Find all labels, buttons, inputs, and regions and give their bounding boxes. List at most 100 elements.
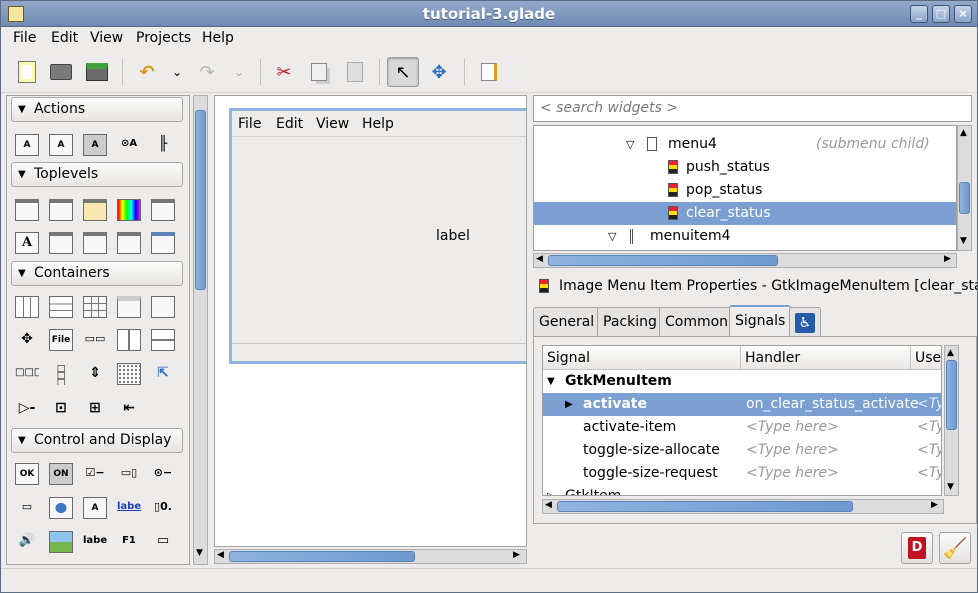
column-user[interactable]: User (911, 346, 941, 370)
signal-user-data[interactable]: <Ty (917, 462, 941, 485)
radio-button-icon[interactable]: ⊙− (151, 463, 175, 485)
design-hscroll-thumb[interactable] (229, 551, 415, 562)
recent-chooser-dialog-icon[interactable] (117, 232, 141, 254)
viewport-icon[interactable]: ⊞ (83, 398, 107, 420)
link-button-icon[interactable]: label (117, 497, 141, 519)
toggle-action-icon[interactable]: A (49, 134, 73, 156)
action-widget-icon[interactable]: A (15, 134, 39, 156)
hpaned-icon[interactable] (117, 329, 141, 351)
alignment-icon[interactable]: ⊡ (49, 398, 73, 420)
scroll-right-icon[interactable]: ▶ (513, 550, 520, 560)
window-widget-icon[interactable] (15, 199, 39, 221)
undo-dropdown-icon[interactable]: ⌄ (161, 57, 193, 87)
expander-right-icon[interactable]: ▷ (547, 485, 555, 495)
scroll-left-icon[interactable]: ◀ (536, 254, 543, 264)
menu-projects[interactable]: Projects (136, 30, 191, 46)
radio-action-icon[interactable]: A (83, 134, 107, 156)
scroll-down-icon[interactable]: ▼ (960, 236, 967, 246)
toolbar-widget-icon[interactable]: ▭▭ (83, 329, 107, 351)
expander-down-icon[interactable]: ▼ (547, 370, 555, 393)
scrolled-window-icon[interactable]: ⇤ (117, 398, 141, 420)
scale-button-icon[interactable]: ▯0. (151, 497, 175, 519)
signals-hscroll-thumb[interactable] (557, 501, 853, 512)
scroll-left-icon[interactable]: ◀ (217, 550, 224, 560)
drag-resize-icon[interactable]: ✥ (423, 57, 455, 87)
signals-table[interactable]: Signal Handler User ▼ GtkMenuItem ▶ acti… (542, 345, 942, 496)
expander-icon[interactable]: ▷- (15, 398, 39, 420)
frame-icon[interactable] (151, 296, 175, 318)
design-menu-edit[interactable]: Edit (276, 116, 303, 132)
save-file-icon[interactable] (81, 57, 113, 87)
recent-action-icon[interactable]: ⊙A (117, 134, 141, 156)
event-box-icon[interactable]: ⇱ (151, 363, 175, 385)
scroll-up-icon[interactable]: ▲ (960, 128, 967, 138)
scroll-up-icon[interactable]: ▲ (947, 348, 954, 358)
menu-view[interactable]: View (90, 30, 123, 46)
button-widget-icon[interactable]: OK (15, 463, 39, 485)
tree-hscroll-thumb[interactable] (548, 255, 778, 266)
menubar-widget-icon[interactable]: File (49, 329, 73, 351)
about-dialog-icon[interactable] (83, 199, 107, 221)
vpaned-icon[interactable] (151, 329, 175, 351)
widget-tree[interactable]: ▽ menu4 (submenu child) push_status pop_… (533, 125, 957, 251)
tree-hscrollbar[interactable]: ◀ ▶ (533, 253, 957, 268)
hbox-icon[interactable] (15, 296, 39, 318)
signal-row[interactable]: activate-item <Type here> <Ty (543, 416, 941, 439)
design-canvas[interactable]: File Edit View Help label (214, 95, 527, 547)
menu-edit[interactable]: Edit (51, 30, 78, 46)
signal-user-data[interactable]: <Ty (917, 393, 941, 416)
palette-group-toplevels[interactable]: ▼ Toplevels (11, 162, 183, 187)
design-window[interactable]: File Edit View Help label (229, 108, 526, 364)
check-button-icon[interactable]: ☑− (83, 463, 107, 485)
signal-group-row[interactable]: ▼ GtkMenuItem (543, 370, 941, 393)
search-widgets-input[interactable]: < search widgets > (533, 95, 972, 122)
volume-button-icon[interactable]: 🔊 (15, 531, 39, 553)
signal-user-data[interactable]: <Ty (917, 439, 941, 462)
design-label[interactable]: label (436, 228, 470, 244)
fixed-icon[interactable]: ✥ (15, 329, 39, 351)
expander-down-icon[interactable]: ▽ (626, 133, 634, 156)
title-bar[interactable]: tutorial-3.glade _ □ × (1, 1, 977, 27)
design-menu-file[interactable]: File (238, 116, 261, 132)
notebook-icon[interactable] (117, 296, 141, 318)
message-dialog-icon[interactable] (83, 232, 107, 254)
paste-icon[interactable] (339, 57, 371, 87)
action-group-icon[interactable]: ╟ (151, 134, 175, 156)
devhelp-button[interactable]: D (901, 532, 933, 564)
minimize-icon[interactable]: _ (910, 5, 928, 23)
signal-handler[interactable]: on_clear_status_activate (746, 393, 919, 416)
signals-hscrollbar[interactable]: ◀ ▶ (542, 499, 944, 514)
scroll-left-icon[interactable]: ◀ (545, 500, 552, 510)
copy-icon[interactable] (303, 57, 335, 87)
design-hscrollbar[interactable]: ◀ ▶ (214, 549, 527, 564)
image-widget-icon[interactable] (49, 531, 73, 553)
fixed-grid-icon[interactable] (117, 363, 141, 385)
tree-vscrollbar[interactable]: ▲ ▼ (957, 125, 972, 251)
font-dialog-icon[interactable]: A (15, 232, 39, 254)
expander-down-icon[interactable]: ▽ (608, 225, 616, 248)
design-statusbar[interactable] (232, 343, 526, 361)
signal-group-row[interactable]: ▷ GtkItem (543, 485, 941, 495)
selector-icon[interactable]: ↖ (387, 57, 419, 87)
signal-handler[interactable]: <Type here> (746, 462, 839, 485)
signal-handler[interactable]: <Type here> (746, 416, 839, 439)
tree-row-menu4[interactable]: ▽ menu4 (submenu child) (534, 133, 956, 156)
font-button-icon[interactable]: A (83, 497, 107, 519)
palette-group-containers[interactable]: ▼ Containers (11, 261, 183, 286)
input-dialog-icon[interactable] (49, 232, 73, 254)
signals-vscrollbar[interactable]: ▲ ▼ (944, 345, 959, 496)
redo-icon[interactable]: ↷ (191, 57, 223, 87)
tab-packing[interactable]: Packing (597, 307, 663, 337)
menu-file[interactable]: File (13, 30, 36, 46)
palette-scrollbar[interactable]: ▼ (193, 95, 208, 565)
scroll-down-icon[interactable]: ▼ (947, 482, 954, 492)
tab-general[interactable]: General (533, 307, 601, 337)
open-file-icon[interactable] (45, 57, 77, 87)
hbutton-box-icon[interactable]: □□□ (15, 363, 39, 385)
signals-vscroll-thumb[interactable] (946, 360, 957, 430)
palette-group-control-display[interactable]: ▼ Control and Display (11, 428, 183, 453)
scroll-right-icon[interactable]: ▶ (931, 500, 938, 510)
redo-dropdown-icon[interactable]: ⌄ (223, 57, 255, 87)
design-menu-help[interactable]: Help (362, 116, 394, 132)
clear-button[interactable]: 🧹 (939, 532, 971, 564)
